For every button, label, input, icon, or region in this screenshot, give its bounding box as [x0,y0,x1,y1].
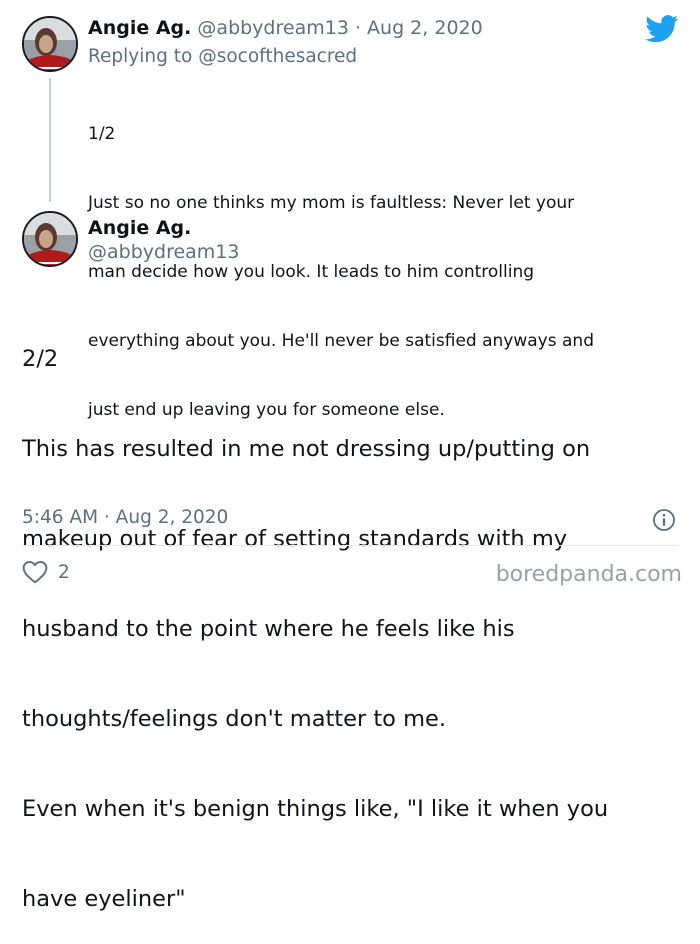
divider [22,545,678,546]
heart-icon [22,560,48,584]
replying-to-handle[interactable]: @socofthesacred [198,46,357,67]
tweet-line: thoughts/feelings don't matter to me. [22,706,447,732]
reply-line: Just so no one thinks my mom is faultles… [88,193,575,213]
tweet-line: husband to the point where he feels like… [22,616,515,642]
reply-line: man decide how you look. It leads to him… [88,262,535,282]
author-name[interactable]: Angie Ag. [88,17,191,39]
avatar-image [24,18,76,70]
tweet-line: makeup out of fear of setting standards … [22,526,568,552]
reply-line: 1/2 [88,124,116,144]
tweet-timestamp[interactable]: 5:46 AM · Aug 2, 2020 [22,507,228,528]
avatar[interactable] [22,211,78,267]
thread-connector [49,78,51,202]
author-handle[interactable]: @abbydream13 [197,17,348,39]
tweet-line: This has resulted in me not dressing up/… [22,436,591,462]
separator: · [354,17,361,39]
watermark: boredpanda.com [495,562,682,587]
like-button[interactable]: 2 [22,560,70,584]
author-name[interactable]: Angie Ag. [88,217,191,239]
author-handle[interactable]: @abbydream13 [88,241,239,263]
info-icon[interactable] [652,508,676,536]
tweet-header: Angie Ag. @abbydream13 · Aug 2, 2020 [88,17,483,39]
tweet-date[interactable]: Aug 2, 2020 [367,17,483,39]
replying-to: Replying to @socofthesacred [88,46,357,67]
replying-to-label: Replying to [88,46,193,67]
like-count: 2 [58,561,70,583]
tweet-line: 2/2 [22,346,59,372]
tweet-line: Even when it's benign things like, "I li… [22,796,609,822]
twitter-bird-icon [645,15,679,47]
avatar-image [24,213,76,265]
avatar[interactable] [22,16,78,72]
tweet-line: have eyeliner" [22,886,186,912]
main-tweet-text: 2/2 This has resulted in me not dressing… [22,284,608,944]
